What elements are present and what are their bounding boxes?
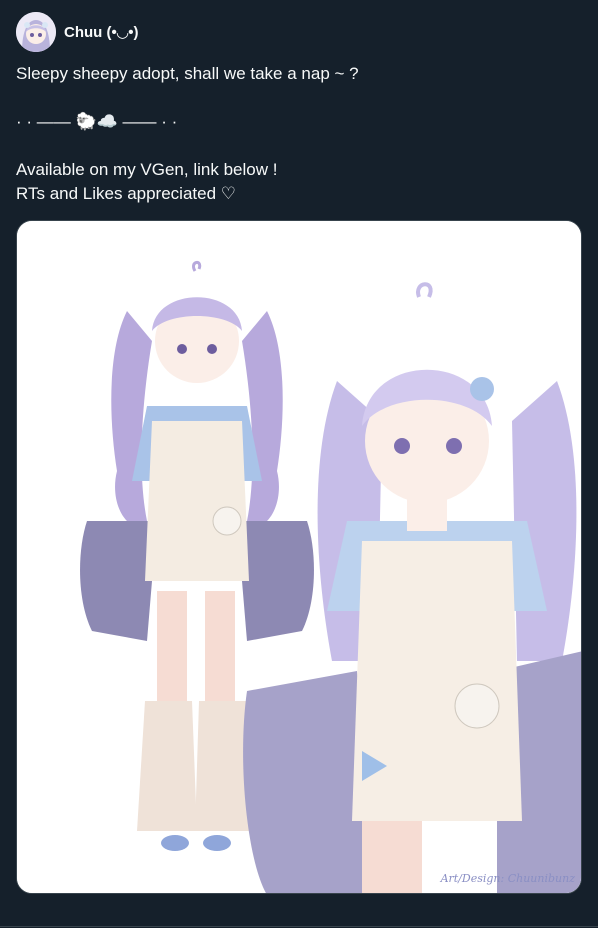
- post-header: Chuu (•◡•): [16, 12, 139, 52]
- avatar[interactable]: [16, 12, 56, 52]
- artwork-credit: Art/Design: Chuunibunz: [440, 872, 575, 885]
- post-text: Sleepy sheepy adopt, shall we take a nap…: [16, 64, 359, 203]
- author-display-name[interactable]: Chuu (•◡•): [64, 23, 139, 41]
- post-image[interactable]: Art/Design: Chuunibunz: [16, 220, 582, 894]
- artwork-illustration: [17, 221, 581, 893]
- user-avatar-icon: [16, 12, 56, 52]
- post: Chuu (•◡•) Sleepy sheepy adopt, shall we…: [0, 0, 598, 928]
- divider: [0, 926, 598, 927]
